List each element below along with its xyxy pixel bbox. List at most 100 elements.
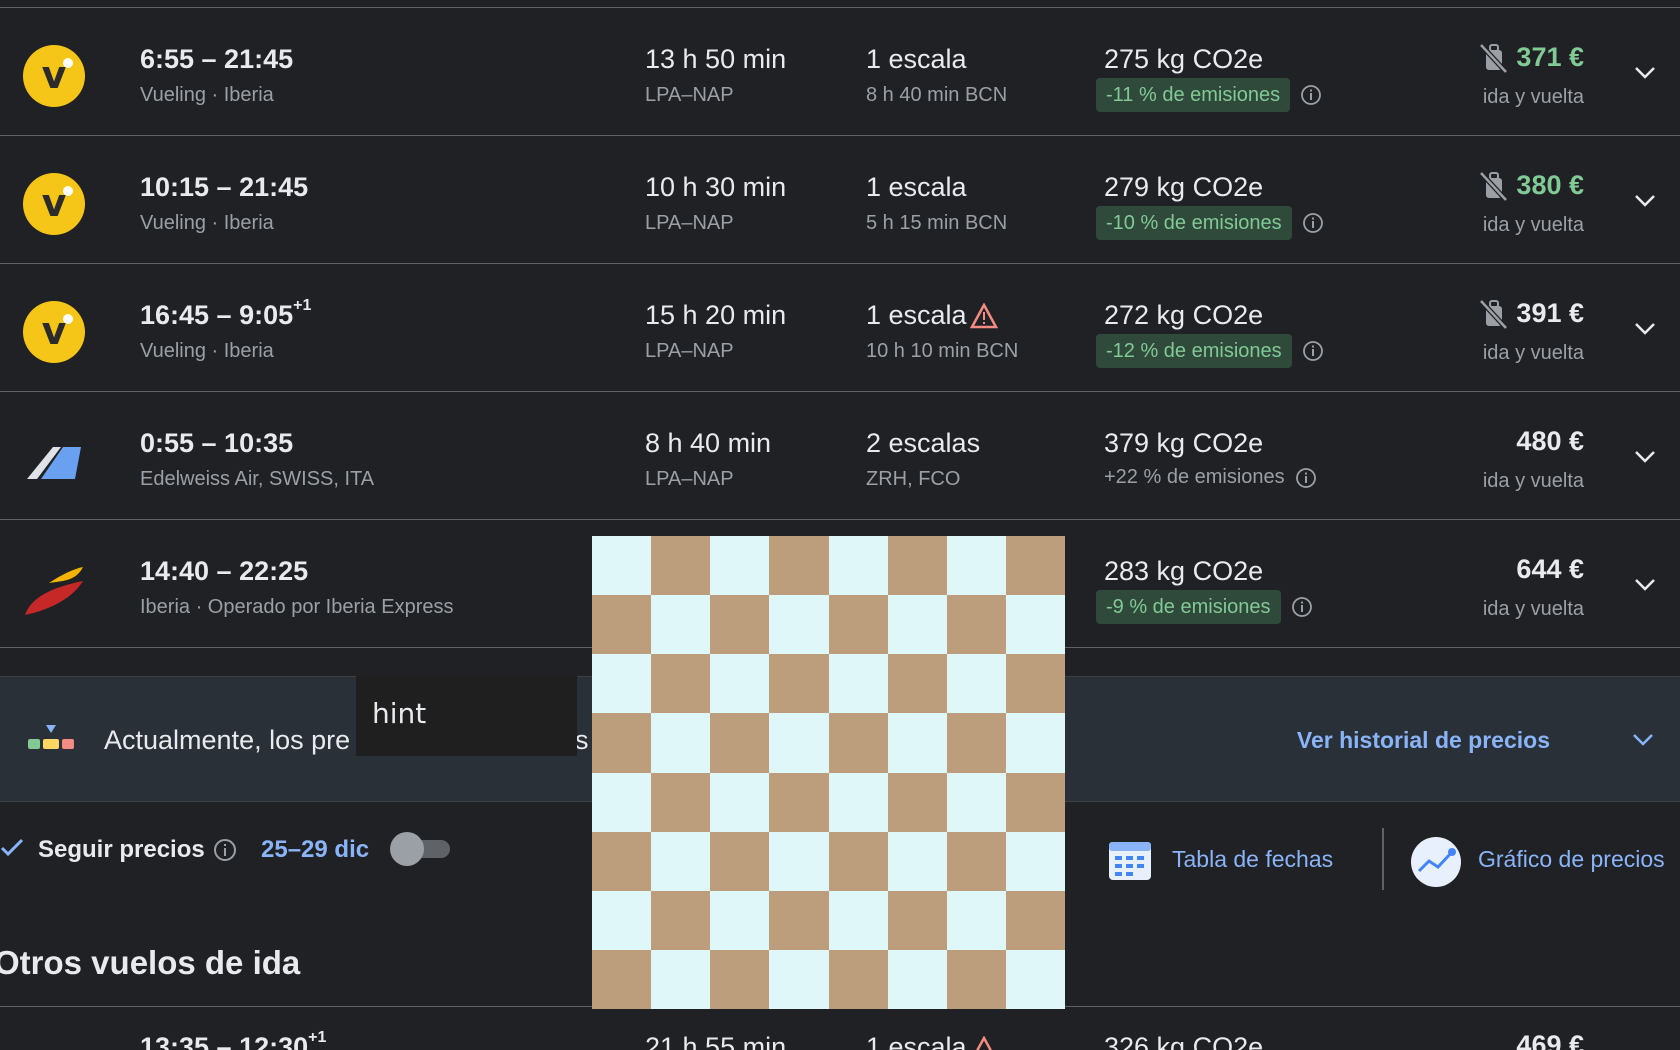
flight-co2: 275 kg CO2e	[1104, 44, 1264, 74]
flight-times: 16:45 – 9:05+1	[140, 297, 312, 330]
checker-cell	[1005, 772, 1065, 832]
checker-cell	[769, 654, 829, 714]
info-icon[interactable]	[213, 838, 237, 862]
price-block: 644 € ida y vuelta	[1364, 554, 1584, 624]
checker-cell	[1005, 890, 1065, 950]
checker-cell	[592, 654, 652, 714]
flight-price: 480 €	[1516, 426, 1584, 456]
day-offset: +1	[293, 297, 312, 314]
chevron-down-icon[interactable]	[1628, 725, 1658, 755]
flight-route: LPA–NAP	[645, 468, 734, 490]
flight-row[interactable]: v 6:55 – 21:45 Vueling · Iberia 13 h 50 min…	[0, 8, 1680, 136]
checker-cell	[769, 595, 829, 655]
tool-divider	[1382, 828, 1384, 890]
price-label: ida y vuelta	[1482, 342, 1584, 364]
chevron-down-icon[interactable]	[1630, 314, 1660, 344]
flight-times: 13:35 – 12:30+1	[140, 1029, 327, 1050]
checker-cell	[651, 890, 711, 950]
flight-stops-detail: ZRH, FCO	[866, 468, 961, 490]
flight-airlines: Vueling · Iberia	[140, 340, 274, 362]
vueling-logo: v	[23, 173, 85, 235]
flight-co2: 279 kg CO2e	[1104, 172, 1264, 202]
checker-cell	[1005, 595, 1065, 655]
flight-price: 371 €	[1516, 42, 1584, 72]
track-prices-toggle[interactable]	[390, 832, 452, 866]
flight-row[interactable]: 0:55 – 10:35 Edelweiss Air, SWISS, ITA 8 h…	[0, 392, 1680, 520]
info-icon[interactable]	[1302, 340, 1324, 362]
flight-co2: 272 kg CO2e	[1104, 300, 1264, 330]
checker-cell	[592, 595, 652, 655]
flight-airlines: Vueling · Iberia	[140, 212, 274, 234]
price-label: ida y vuelta	[1482, 470, 1584, 492]
flight-row[interactable]: v 10:15 – 21:45 Vueling · Iberia 10 h 30 mi…	[0, 136, 1680, 264]
price-history-link[interactable]: Ver historial de precios	[1297, 727, 1550, 754]
chevron-down-icon[interactable]	[1630, 442, 1660, 472]
checker-cell	[887, 536, 947, 596]
chevron-down-icon[interactable]	[1630, 186, 1660, 216]
info-icon[interactable]	[1295, 467, 1317, 489]
vueling-logo: v	[23, 45, 85, 107]
checker-cell	[887, 595, 947, 655]
checker-cell	[946, 772, 1006, 832]
flight-times: 10:15 – 21:45	[140, 172, 309, 202]
flight-stops: 2 escalas	[866, 428, 981, 458]
flight-row[interactable]: 13:35 – 12:30+1 21 h 55 min 1 escala 326…	[0, 1008, 1680, 1050]
checker-cell	[946, 890, 1006, 950]
vueling-logo: v	[23, 301, 85, 363]
flight-row[interactable]: v 16:45 – 9:05+1 Vueling · Iberia 15 h 20 m…	[0, 264, 1680, 392]
checker-cell	[651, 772, 711, 832]
checker-cell	[828, 772, 888, 832]
checker-cell	[710, 713, 770, 773]
no-carry-on-bag-icon	[1479, 299, 1508, 330]
emissions-badge: -10 % de emisiones	[1096, 206, 1292, 240]
checker-cell	[710, 890, 770, 950]
emissions-badge: -12 % de emisiones	[1096, 334, 1292, 368]
warning-icon	[970, 303, 998, 329]
flight-route: LPA–NAP	[645, 84, 734, 106]
checker-cell	[828, 831, 888, 891]
flight-stops-detail: 5 h 15 min BCN	[866, 212, 1008, 234]
flight-airlines: Iberia · Operado por Iberia Express	[140, 596, 454, 618]
checker-cell	[828, 949, 888, 1009]
checker-cell	[710, 595, 770, 655]
checker-cell	[828, 713, 888, 773]
flight-times: 0:55 – 10:35	[140, 428, 294, 458]
checker-cell	[946, 949, 1006, 1009]
flight-times: 6:55 – 21:45	[140, 44, 294, 74]
checker-cell	[828, 890, 888, 950]
flight-stops: 1 escala	[866, 300, 967, 330]
chevron-down-icon[interactable]	[1630, 570, 1660, 600]
edelweiss-logo	[27, 447, 81, 479]
checker-cell	[769, 949, 829, 1009]
flight-price: 469 €	[1516, 1030, 1584, 1050]
flight-airlines: Vueling · Iberia	[140, 84, 274, 106]
chevron-down-icon[interactable]	[1630, 58, 1660, 88]
price-graph-icon[interactable]	[1410, 836, 1462, 888]
price-label: ida y vuelta	[1482, 214, 1584, 236]
info-icon[interactable]	[1300, 84, 1322, 106]
checker-cell	[592, 772, 652, 832]
checker-cell	[651, 713, 711, 773]
checker-cell	[828, 654, 888, 714]
checker-cell	[946, 595, 1006, 655]
info-icon[interactable]	[1302, 212, 1324, 234]
hint-text: hint	[372, 697, 427, 730]
price-block: 480 € ida y vuelta	[1364, 426, 1584, 496]
flight-airlines: Edelweiss Air, SWISS, ITA	[140, 468, 375, 490]
flight-route: LPA–NAP	[645, 212, 734, 234]
checker-cell	[592, 890, 652, 950]
price-graph-button[interactable]: Gráfico de precios	[1478, 846, 1665, 873]
checker-cell	[946, 654, 1006, 714]
checker-cell	[651, 536, 711, 596]
date-grid-button[interactable]: Tabla de fechas	[1172, 846, 1333, 873]
flight-co2: 379 kg CO2e	[1104, 428, 1264, 458]
track-dates: 25–29 dic	[261, 836, 370, 863]
checker-cell	[1005, 831, 1065, 891]
flight-stops: 1 escala	[866, 172, 967, 202]
flight-co2: 326 kg CO2e	[1104, 1032, 1264, 1050]
price-block: 391 € ida y vuelta	[1364, 298, 1584, 368]
toggle-knob	[390, 832, 424, 866]
flight-price: 380 €	[1516, 170, 1584, 200]
info-icon[interactable]	[1291, 596, 1313, 618]
calendar-grid-icon[interactable]	[1106, 836, 1154, 884]
